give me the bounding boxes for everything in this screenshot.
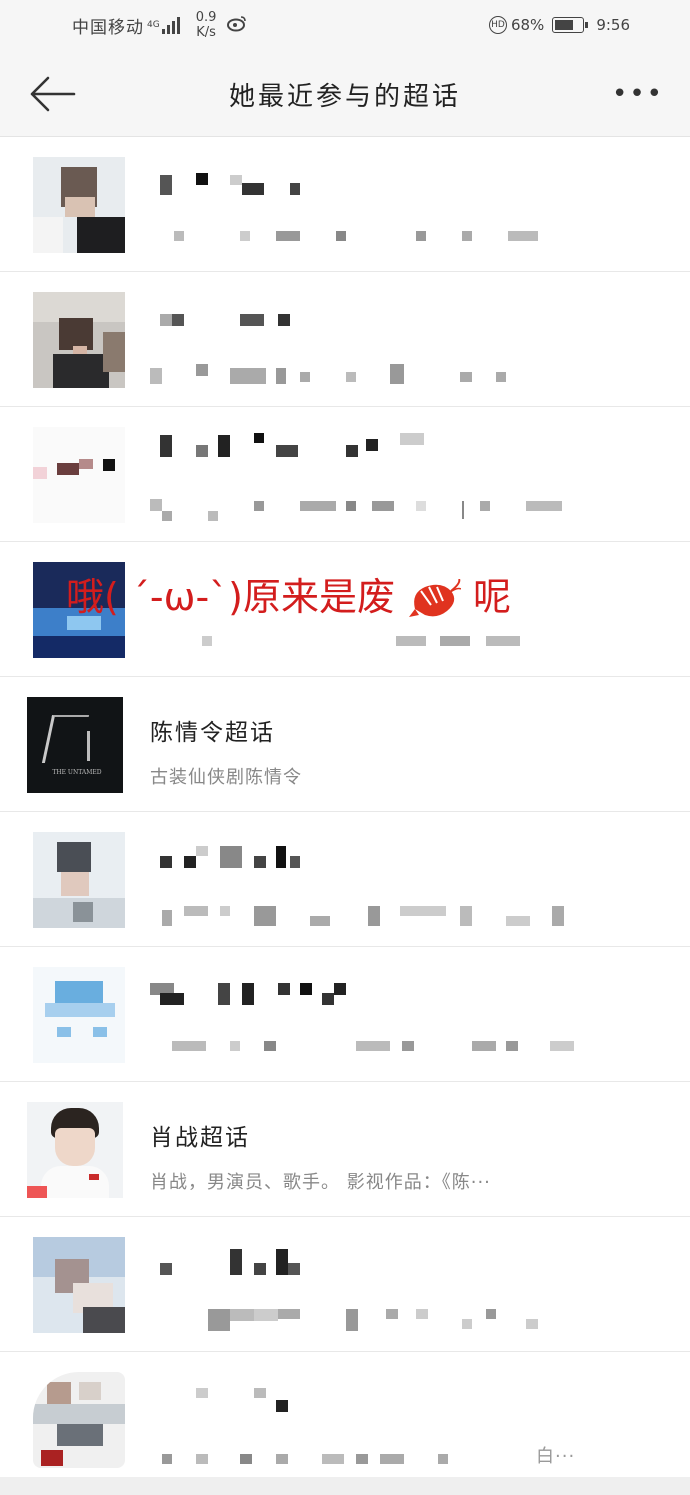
status-bar: 中国移动 4G 0.9 K/s HD 68% 9:56 <box>0 0 690 56</box>
status-right: HD 68% 9:56 <box>488 16 630 34</box>
censored-subtitle <box>150 499 590 521</box>
topic-avatar <box>33 427 125 523</box>
list-item[interactable] <box>0 272 690 407</box>
censored-title <box>150 1388 310 1414</box>
speed-value: 0.9 <box>195 10 217 25</box>
status-left: 中国移动 4G 0.9 K/s <box>72 10 248 40</box>
more-button[interactable]: ••• <box>612 81 664 107</box>
signal-icon <box>161 16 182 34</box>
xiaozhan-avatar <box>27 1102 123 1198</box>
topic-description: 肖战，男演员、歌手。 影视作品：《陈··· <box>150 1172 491 1193</box>
carrier-name: 中国移动 <box>72 17 144 38</box>
shrimp-icon <box>409 578 462 617</box>
avatar-caption: THE UNTAMED <box>52 769 102 776</box>
censored-subtitle <box>150 364 570 386</box>
topic-avatar <box>33 292 125 388</box>
annotation-text: 哦( ˊ-ω-ˋ)原来是废 <box>66 575 395 619</box>
page-title: 她最近参与的超话 <box>228 82 461 112</box>
censored-title <box>150 844 310 870</box>
bottom-edge <box>0 1477 690 1495</box>
nav-bar: 她最近参与的超话 ••• <box>0 56 690 137</box>
censored-subtitle <box>150 1307 570 1333</box>
network-speed: 0.9 K/s <box>196 10 217 40</box>
censored-title <box>150 433 430 463</box>
chenqingling-avatar: THE UNTAMED <box>27 697 123 793</box>
topic-avatar <box>33 1237 125 1333</box>
list-item[interactable] <box>0 812 690 947</box>
weibo-icon <box>226 14 248 36</box>
topic-list: THE UNTAMED 陈情令超话 古装仙侠剧陈情令 肖战超话 肖战，男演员、歌… <box>0 137 690 1492</box>
topic-avatar <box>33 832 125 928</box>
censored-subtitle <box>150 904 590 928</box>
list-item[interactable] <box>0 947 690 1082</box>
censored-subtitle-tail: 白··· <box>536 1446 576 1467</box>
censored-subtitle <box>150 1452 510 1466</box>
topic-description: 古装仙侠剧陈情令 <box>150 767 302 788</box>
censored-title <box>150 981 350 1007</box>
speed-unit: K/s <box>196 25 216 40</box>
censored-subtitle <box>150 634 590 648</box>
censored-subtitle <box>150 1039 590 1053</box>
list-item[interactable]: 白··· <box>0 1352 690 1492</box>
topic-title: 肖战超话 <box>150 1125 250 1151</box>
hd-icon: HD <box>488 16 507 34</box>
topic-avatar <box>33 1372 125 1468</box>
battery-icon <box>552 17 589 33</box>
list-item-chenqingling[interactable]: THE UNTAMED 陈情令超话 古装仙侠剧陈情令 <box>0 677 690 812</box>
list-item[interactable] <box>0 137 690 272</box>
list-item-xiaozhan[interactable]: 肖战超话 肖战，男演员、歌手。 影视作品：《陈··· <box>0 1082 690 1217</box>
censored-subtitle <box>150 229 590 243</box>
list-item[interactable] <box>0 407 690 542</box>
list-item[interactable] <box>0 1217 690 1352</box>
topic-avatar <box>33 967 125 1063</box>
handwritten-annotation: 哦( ˊ-ω-ˋ)原来是废 呢 <box>66 566 511 621</box>
clock: 9:56 <box>596 16 630 34</box>
battery-percent: 68% <box>510 16 545 34</box>
censored-title <box>150 1245 310 1277</box>
annotation-text-end: 呢 <box>473 575 512 619</box>
topic-avatar <box>33 157 125 253</box>
topic-title: 陈情令超话 <box>150 720 275 746</box>
network-type: 4G <box>147 19 160 30</box>
censored-title <box>150 308 310 332</box>
censored-title <box>150 173 310 197</box>
